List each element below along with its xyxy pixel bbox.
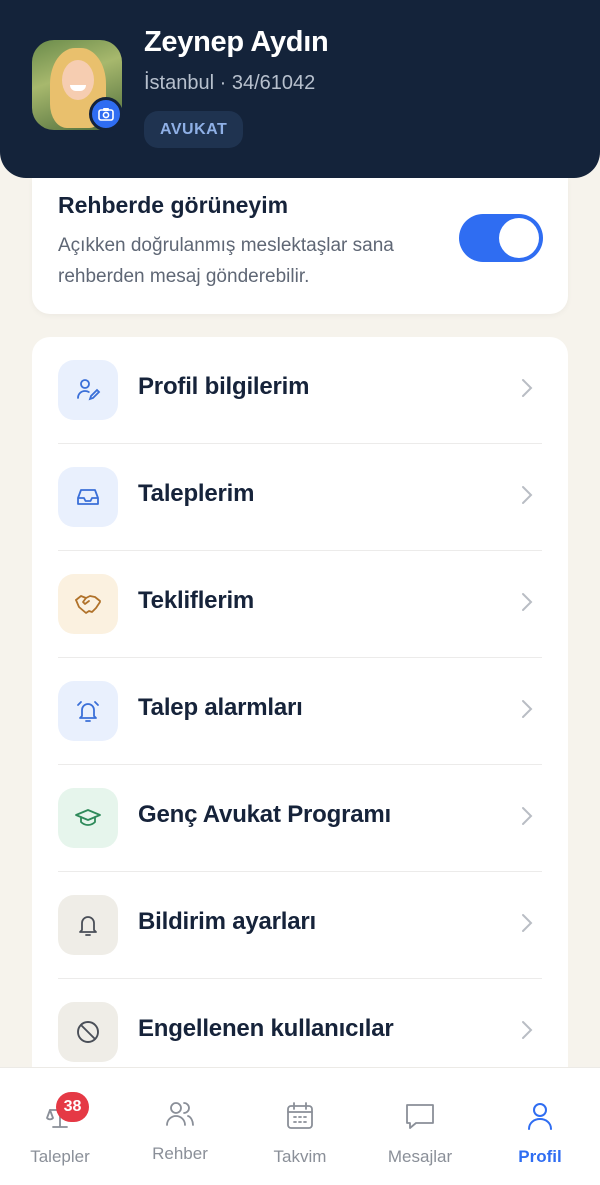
menu-item-request-alarms[interactable]: Talep alarmları — [32, 658, 568, 765]
camera-icon[interactable] — [89, 97, 123, 131]
people-icon — [162, 1096, 198, 1132]
tab-messages[interactable]: Mesajlar — [360, 1068, 480, 1185]
role-badge: AVUKAT — [144, 111, 244, 148]
menu-item-label: Genç Avukat Programı — [138, 801, 391, 828]
tab-label: Mesajlar — [387, 1147, 453, 1166]
profile-location: İstanbul · 34/61042 — [144, 72, 316, 94]
menu-item-label: Taleplerim — [138, 480, 255, 507]
menu-item-my-requests[interactable]: Taleplerim — [32, 444, 568, 551]
directory-toggle-title: Rehberde görüneyim — [58, 192, 289, 218]
bottom-tab-bar: 38 Talepler Rehber Takvim Mesajlar Profi… — [0, 1067, 600, 1185]
menu-item-label: Profil bilgilerim — [138, 373, 310, 400]
block-icon — [58, 1002, 118, 1062]
chevron-right-icon — [520, 1019, 534, 1046]
chevron-right-icon — [520, 912, 534, 939]
menu-item-young-lawyer-program[interactable]: Genç Avukat Programı — [32, 765, 568, 872]
avatar-face — [62, 60, 94, 100]
tab-profile[interactable]: Profil — [480, 1068, 600, 1185]
tab-requests[interactable]: 38 Talepler — [0, 1068, 120, 1185]
profile-header: Zeynep Aydın İstanbul · 34/61042 AVUKAT — [0, 0, 600, 178]
tab-label: Takvim — [273, 1147, 327, 1166]
menu-item-notification-settings[interactable]: Bildirim ayarları — [32, 872, 568, 979]
tab-label: Rehber — [152, 1144, 208, 1163]
alarm-bell-icon — [58, 681, 118, 741]
tab-directory[interactable]: Rehber — [120, 1068, 240, 1185]
graduation-cap-icon — [58, 788, 118, 848]
chevron-right-icon — [520, 698, 534, 725]
requests-count-badge: 38 — [56, 1092, 89, 1122]
calendar-icon — [282, 1098, 318, 1134]
tab-label: Talepler — [30, 1147, 90, 1166]
menu-item-label: Bildirim ayarları — [138, 908, 317, 935]
tab-calendar[interactable]: Takvim — [240, 1068, 360, 1185]
profile-name: Zeynep Aydın — [144, 26, 329, 58]
tab-label: Profil — [518, 1147, 562, 1166]
person-icon — [522, 1098, 558, 1134]
switch-knob — [499, 218, 539, 258]
bell-icon — [58, 895, 118, 955]
chat-icon — [402, 1098, 438, 1134]
menu-item-label: Engellenen kullanıcılar — [138, 1015, 394, 1042]
directory-toggle-description: Açıkken doğrulanmış meslektaşlar sana re… — [58, 235, 394, 287]
chevron-right-icon — [520, 591, 534, 618]
user-edit-icon — [58, 360, 118, 420]
menu-item-label: Tekliflerim — [138, 587, 255, 614]
chevron-right-icon — [520, 377, 534, 404]
inbox-icon — [58, 467, 118, 527]
directory-visibility-switch[interactable] — [459, 214, 543, 262]
settings-menu: Profil bilgilerim Taleplerim Tekliflerim… — [32, 337, 568, 1097]
menu-item-label: Talep alarmları — [138, 694, 303, 721]
directory-visibility-card: Rehberde görüneyim Açıkken doğrulanmış m… — [32, 178, 568, 314]
menu-item-my-offers[interactable]: Tekliflerim — [32, 551, 568, 658]
menu-item-profile-info[interactable]: Profil bilgilerim — [32, 337, 568, 444]
chevron-right-icon — [520, 484, 534, 511]
handshake-icon — [58, 574, 118, 634]
chevron-right-icon — [520, 805, 534, 832]
